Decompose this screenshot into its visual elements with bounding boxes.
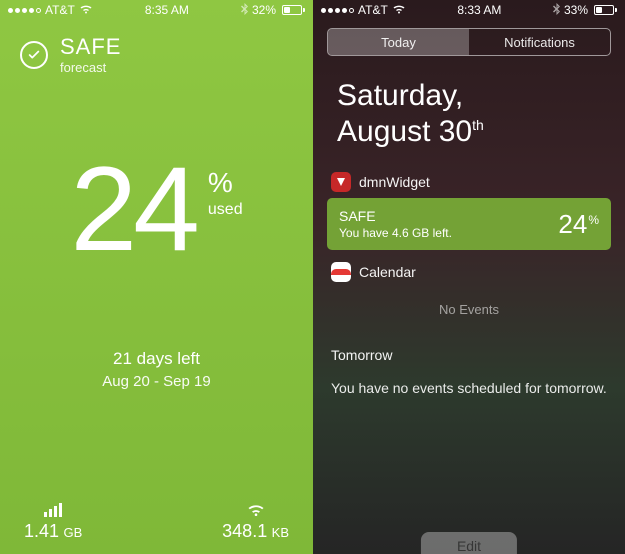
date-heading: Saturday, August 30th	[313, 64, 625, 160]
cellular-unit: GB	[64, 525, 83, 540]
edit-button[interactable]: Edit	[421, 532, 517, 554]
safe-label: SAFE	[339, 208, 452, 224]
usage-number: 24	[70, 149, 195, 269]
bluetooth-icon	[553, 3, 560, 18]
tomorrow-section: Tomorrow You have no events scheduled fo…	[327, 343, 611, 398]
safe-pct-sign: %	[588, 213, 599, 227]
status-bar: AT&T 8:33 AM 33%	[313, 0, 625, 20]
forecast-header: SAFE forecast	[0, 20, 313, 89]
wifi-value: 348.1	[222, 521, 267, 541]
bluetooth-icon	[241, 3, 248, 18]
calendar-app-icon	[331, 262, 351, 282]
app-screen-left: AT&T 8:35 AM 32% SAFE forecast 24 %	[0, 0, 313, 554]
date-line1: Saturday,	[337, 79, 463, 112]
notification-center-screen: AT&T 8:33 AM 33% Today Notifications Sat…	[313, 0, 625, 554]
battery-pct-label: 33%	[564, 3, 588, 17]
wifi-stat[interactable]: 348.1 KB	[222, 499, 289, 542]
clock-label: 8:35 AM	[145, 3, 189, 17]
segmented-control[interactable]: Today Notifications	[327, 28, 611, 56]
days-label: days left	[137, 349, 200, 368]
widget-header[interactable]: Calendar	[327, 256, 611, 288]
tab-today[interactable]: Today	[328, 29, 469, 55]
status-bar: AT&T 8:35 AM 32%	[0, 0, 313, 20]
days-left-block: 21 days left Aug 20 - Sep 19	[0, 349, 313, 390]
used-label: used	[208, 201, 243, 219]
signal-dots-icon	[321, 8, 354, 13]
cellular-value: 1.41	[24, 521, 59, 541]
date-line2-prefix: August 30	[337, 115, 472, 148]
usage-display: 24 % used	[0, 149, 313, 269]
widget-title: dmnWidget	[359, 174, 430, 190]
safe-pct-number: 24	[558, 209, 587, 240]
carrier-label: AT&T	[45, 3, 75, 17]
wifi-icon	[79, 3, 93, 17]
wifi-unit: KB	[272, 525, 289, 540]
battery-icon	[280, 5, 305, 15]
bottom-stats: 1.41 GB 348.1 KB	[0, 499, 313, 542]
tab-notifications[interactable]: Notifications	[469, 29, 610, 55]
no-events-label: No Events	[327, 288, 611, 335]
status-title: SAFE	[60, 34, 121, 60]
tomorrow-title: Tomorrow	[327, 343, 611, 367]
dmn-app-icon	[331, 172, 351, 192]
check-circle-icon	[20, 41, 48, 69]
battery-icon	[592, 5, 617, 15]
widget-header[interactable]: dmnWidget	[327, 166, 611, 198]
cellular-stat[interactable]: 1.41 GB	[24, 499, 82, 542]
battery-pct-label: 32%	[252, 3, 276, 17]
safe-subtitle: You have 4.6 GB left.	[339, 226, 452, 240]
safe-card[interactable]: SAFE You have 4.6 GB left. 24 %	[327, 198, 611, 250]
wifi-icon	[222, 499, 289, 517]
clock-label: 8:33 AM	[457, 3, 501, 17]
days-count: 21	[113, 349, 132, 368]
dmn-widget: dmnWidget SAFE You have 4.6 GB left. 24 …	[327, 166, 611, 250]
date-suffix: th	[472, 117, 484, 133]
wifi-icon	[392, 3, 406, 17]
signal-dots-icon	[8, 8, 41, 13]
tomorrow-body: You have no events scheduled for tomorro…	[327, 367, 611, 398]
widget-title: Calendar	[359, 264, 416, 280]
percent-sign: %	[208, 167, 243, 199]
calendar-widget: Calendar No Events	[327, 256, 611, 335]
cellular-bars-icon	[24, 499, 82, 517]
date-range: Aug 20 - Sep 19	[0, 373, 313, 390]
status-subtitle: forecast	[60, 60, 121, 75]
carrier-label: AT&T	[358, 3, 388, 17]
